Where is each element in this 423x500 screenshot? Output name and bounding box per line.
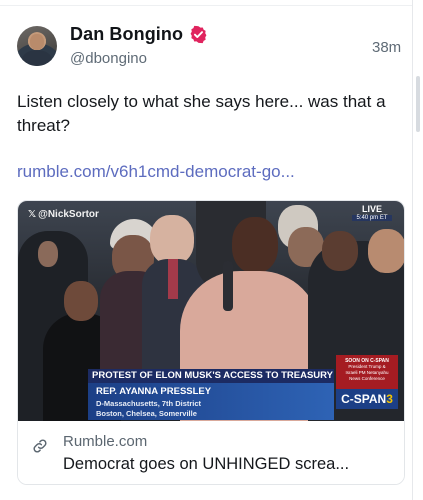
live-time: 5:40 pm ET: [352, 215, 392, 221]
card-title[interactable]: Democrat goes on UNHINGED screa...: [63, 455, 349, 474]
post-text: Listen closely to what she says here... …: [17, 92, 386, 135]
watermark-text: @NickSortor: [38, 209, 99, 220]
avatar[interactable]: [17, 26, 57, 66]
card-domain[interactable]: Rumble.com: [63, 433, 147, 450]
video-thumbnail[interactable]: 𝕏 @NickSortor LIVE 5:40 pm ET PROTEST OF …: [18, 201, 404, 421]
soon-on-cspan-box: SOON ON C-SPAN President Trump & Israeli…: [336, 355, 398, 389]
post-link[interactable]: rumble.com/v6h1cmd-democrat-go...: [17, 162, 295, 182]
crowd-figure: [38, 241, 58, 267]
live-label: LIVE: [361, 204, 382, 214]
crowd-figure: [232, 217, 278, 273]
link-preview-info[interactable]: Rumble.com Democrat goes on UNHINGED scr…: [18, 421, 404, 484]
link-preview-card[interactable]: 𝕏 @NickSortor LIVE 5:40 pm ET PROTEST OF …: [17, 200, 405, 485]
crowd-figure: [150, 215, 194, 265]
cspan-prefix: C-SPAN: [341, 392, 387, 406]
author-name[interactable]: Dan Bongino: [70, 24, 183, 45]
live-badge: LIVE 5:40 pm ET: [352, 204, 392, 224]
crowd-figure: [368, 229, 404, 273]
crowd-figure: [64, 281, 98, 321]
crowd-figure: [223, 261, 233, 311]
video-watermark: 𝕏 @NickSortor: [28, 209, 99, 220]
scrollbar-thumb[interactable]: [416, 76, 420, 132]
verified-badge-icon: [190, 25, 207, 44]
post[interactable]: Dan Bongino @dbongino 38m Listen closely…: [0, 0, 420, 500]
speaker-district: D-Massachusetts, 7th District: [96, 399, 202, 408]
crowd-figure: [168, 259, 178, 299]
x-logo-icon: 𝕏: [28, 209, 37, 220]
avatar-face: [30, 34, 44, 50]
speaker-cities: Boston, Chelsea, Somerville: [96, 409, 197, 418]
cspan-number: 3: [386, 392, 393, 406]
link-chain-icon: [33, 439, 47, 453]
lower-third-headline: PROTEST OF ELON MUSK'S ACCESS TO TREASUR…: [88, 369, 334, 383]
avatar-body: [22, 50, 52, 66]
speaker-name: REP. AYANNA PRESSLEY: [96, 386, 212, 397]
cspan-logo: C-SPAN3: [336, 389, 398, 409]
soon-line: News Conference: [349, 376, 385, 381]
author-handle[interactable]: @dbongino: [70, 50, 147, 67]
crowd-figure: [322, 231, 358, 271]
post-timestamp[interactable]: 38m: [372, 39, 401, 56]
lower-third-speaker: REP. AYANNA PRESSLEY D-Massachusetts, 7t…: [88, 383, 334, 420]
